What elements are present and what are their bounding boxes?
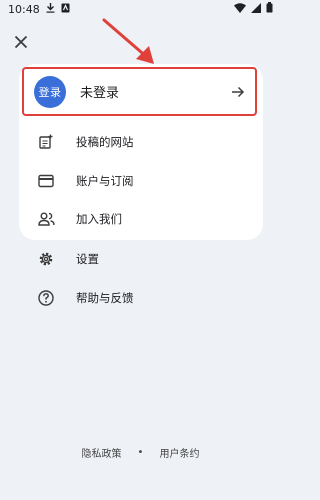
status-time: 10:48 bbox=[8, 2, 40, 16]
download-icon bbox=[46, 2, 55, 16]
menu-item-label: 设置 bbox=[76, 252, 99, 266]
login-status-label: 未登录 bbox=[80, 86, 120, 101]
login-row[interactable]: 登录 未登录 bbox=[22, 67, 257, 116]
menu-item-submitted-sites[interactable]: 投稿的网站 bbox=[36, 130, 134, 154]
avatar-text: 登录 bbox=[38, 85, 62, 99]
terms-link[interactable]: 用户条约 bbox=[159, 445, 199, 460]
status-bar: 10:48 bbox=[0, 0, 281, 18]
menu-item-label: 帮助与反馈 bbox=[76, 291, 134, 305]
menu-item-label: 账户与订阅 bbox=[76, 174, 134, 188]
menu-item-join-us[interactable]: 加入我们 bbox=[36, 207, 122, 231]
menu-item-help-feedback[interactable]: 帮助与反馈 bbox=[36, 286, 134, 310]
menu-item-label: 加入我们 bbox=[76, 212, 122, 226]
gear-icon bbox=[36, 249, 56, 269]
annotation-arrow bbox=[102, 18, 154, 64]
help-icon bbox=[36, 288, 56, 308]
post-add-icon bbox=[36, 132, 56, 152]
arrow-right-icon bbox=[231, 85, 245, 99]
avatar: 登录 bbox=[34, 75, 66, 108]
wifi-icon bbox=[234, 2, 246, 16]
credit-card-icon bbox=[36, 171, 56, 191]
menu-item-settings[interactable]: 设置 bbox=[36, 247, 99, 271]
footer: 隐私政策 • 用户条约 bbox=[0, 444, 281, 460]
signal-icon bbox=[251, 2, 261, 16]
status-left: 10:48 bbox=[8, 2, 70, 16]
menu-item-label: 投稿的网站 bbox=[76, 135, 134, 149]
menu-item-account-subscription[interactable]: 账户与订阅 bbox=[36, 169, 134, 193]
privacy-policy-link[interactable]: 隐私政策 bbox=[82, 445, 122, 460]
close-icon bbox=[14, 34, 28, 53]
footer-separator: • bbox=[137, 446, 144, 458]
battery-icon bbox=[266, 2, 273, 16]
close-button[interactable] bbox=[10, 32, 32, 54]
people-icon bbox=[36, 209, 56, 229]
notification-icon bbox=[61, 3, 70, 16]
status-right bbox=[234, 2, 273, 16]
